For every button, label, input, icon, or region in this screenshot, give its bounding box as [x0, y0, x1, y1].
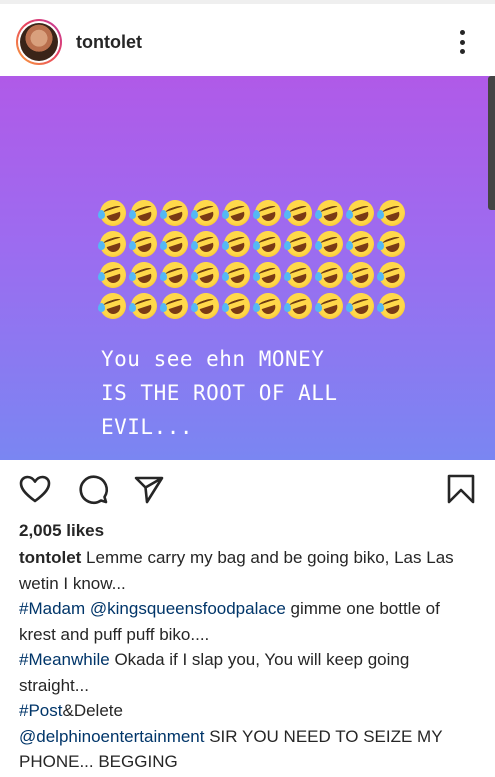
laughing-emoji-icon — [251, 289, 285, 323]
emoji-row — [96, 289, 418, 323]
emoji-row — [96, 258, 418, 292]
laughing-emoji-icon — [220, 227, 254, 261]
laughing-emoji-icon — [96, 196, 130, 230]
laughing-emoji-icon — [127, 289, 161, 323]
laughing-emoji-icon — [375, 289, 409, 323]
laughing-emoji-icon — [282, 258, 316, 292]
laughing-emoji-icon — [220, 258, 254, 292]
more-options-icon[interactable] — [452, 26, 472, 58]
laughing-emoji-icon — [251, 196, 285, 230]
laughing-emoji-icon — [189, 227, 223, 261]
bookmark-icon[interactable] — [444, 472, 478, 506]
laughing-emoji-icon — [96, 258, 130, 292]
mention-delphinoentertainment[interactable]: @delphinoentertainment — [19, 727, 205, 746]
laughing-emoji-icon — [189, 289, 223, 323]
laughing-emoji-icon — [158, 227, 192, 261]
laughing-emoji-icon — [375, 258, 409, 292]
avatar-image — [20, 23, 58, 61]
laughing-emoji-icon — [313, 227, 347, 261]
laughing-emoji-icon — [344, 227, 378, 261]
caption-line-2: #Madam @kingsqueensfoodpalace gimme one … — [19, 596, 481, 647]
heart-icon[interactable] — [18, 472, 52, 506]
hashtag-meanwhile[interactable]: #Meanwhile — [19, 650, 110, 669]
laughing-emoji-icon — [251, 227, 285, 261]
caption-line-4: #Post&Delete — [19, 698, 481, 724]
laughing-emoji-icon — [96, 227, 130, 261]
emoji-row — [96, 196, 418, 230]
comment-icon[interactable] — [76, 472, 110, 506]
like-count[interactable]: 2,005 likes — [19, 521, 104, 541]
post-header: tontolet — [0, 6, 495, 76]
post-image[interactable]: You see ehn MONEY IS THE ROOT OF ALL EVI… — [0, 76, 495, 460]
mention-kingsqueensfoodpalace[interactable]: @kingsqueensfoodpalace — [90, 599, 286, 618]
laughing-emoji-icon — [189, 196, 223, 230]
laughing-emoji-icon — [375, 196, 409, 230]
laughing-emoji-icon — [344, 258, 378, 292]
hashtag-post[interactable]: #Post — [19, 701, 62, 720]
caption-username[interactable]: tontolet — [19, 548, 81, 567]
laughing-emoji-icon — [251, 258, 285, 292]
laughing-emoji-icon — [313, 258, 347, 292]
laughing-emoji-icon — [158, 196, 192, 230]
laughing-emoji-icon — [220, 196, 254, 230]
top-divider — [0, 0, 495, 4]
send-icon[interactable] — [132, 472, 166, 506]
caption-line-3: #Meanwhile Okada if I slap you, You will… — [19, 647, 481, 698]
laughing-emoji-icon — [313, 196, 347, 230]
laughing-emoji-icon — [282, 196, 316, 230]
post-username[interactable]: tontolet — [76, 32, 142, 53]
laughing-emoji-icon — [127, 258, 161, 292]
emoji-grid — [96, 196, 418, 323]
action-bar — [0, 460, 495, 516]
laughing-emoji-icon — [220, 289, 254, 323]
caption-text-1: Lemme carry my bag and be going biko, La… — [19, 548, 454, 593]
laughing-emoji-icon — [282, 227, 316, 261]
caption-line-5: @delphinoentertainment SIR YOU NEED TO S… — [19, 724, 481, 775]
post-caption: tontolet Lemme carry my bag and be going… — [19, 545, 481, 775]
laughing-emoji-icon — [158, 289, 192, 323]
hashtag-madam[interactable]: #Madam — [19, 599, 85, 618]
emoji-row — [96, 227, 418, 261]
laughing-emoji-icon — [344, 196, 378, 230]
laughing-emoji-icon — [375, 227, 409, 261]
laughing-emoji-icon — [127, 227, 161, 261]
avatar[interactable] — [16, 19, 62, 65]
laughing-emoji-icon — [189, 258, 223, 292]
laughing-emoji-icon — [313, 289, 347, 323]
scrollbar[interactable] — [488, 76, 495, 210]
laughing-emoji-icon — [282, 289, 316, 323]
laughing-emoji-icon — [158, 258, 192, 292]
post-image-text: You see ehn MONEY IS THE ROOT OF ALL EVI… — [101, 347, 338, 439]
laughing-emoji-icon — [127, 196, 161, 230]
laughing-emoji-icon — [344, 289, 378, 323]
caption-text-4: &Delete — [62, 701, 123, 720]
laughing-emoji-icon — [96, 289, 130, 323]
